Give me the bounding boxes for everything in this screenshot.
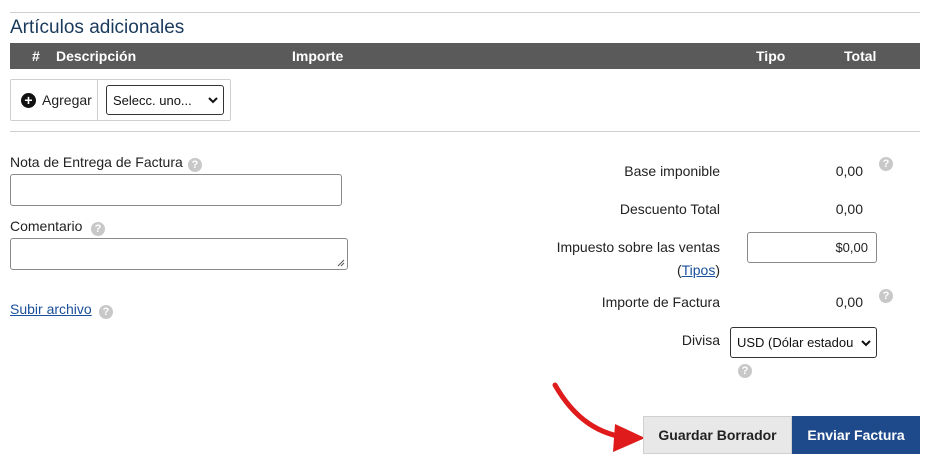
invoice-amount-value: 0,00 — [835, 294, 863, 310]
comment-textarea[interactable] — [10, 238, 348, 270]
question-mark-icon[interactable]: ? — [99, 305, 113, 319]
col-type: Tipo — [756, 48, 786, 64]
paren-close: ) — [715, 262, 720, 278]
item-type-select-value: Selecc. uno... — [113, 92, 192, 108]
question-mark-icon[interactable]: ? — [188, 158, 202, 172]
question-mark-icon[interactable]: ? — [738, 364, 752, 378]
chevron-down-icon — [861, 339, 871, 346]
col-description: Descripción — [56, 48, 137, 64]
upload-file-link[interactable]: Subir archivo — [10, 301, 92, 317]
col-amount: Importe — [292, 48, 344, 64]
send-invoice-button[interactable]: Enviar Factura — [792, 416, 920, 454]
resize-grip-icon[interactable] — [337, 259, 345, 267]
section-title: Artículos adicionales — [10, 17, 185, 38]
items-table-header: # Descripción Importe Tipo Total — [10, 43, 920, 69]
delivery-note-input[interactable] — [10, 174, 342, 206]
tax-types-link[interactable]: Tipos — [682, 262, 716, 278]
question-mark-icon[interactable]: ? — [879, 157, 893, 171]
plus-circle-icon: + — [21, 92, 36, 108]
comment-label: Comentario — [10, 218, 83, 234]
discount-label: Descuento Total — [619, 201, 720, 217]
tax-label: Impuesto sobre las ventas — [556, 239, 720, 255]
question-mark-icon[interactable]: ? — [91, 222, 105, 236]
col-number: # — [32, 48, 40, 64]
currency-select[interactable]: USD (Dólar estadou — [730, 327, 877, 358]
save-draft-button[interactable]: Guardar Borrador — [643, 416, 792, 454]
item-type-select[interactable]: Selecc. uno... — [106, 85, 224, 115]
col-total: Total — [844, 48, 877, 64]
currency-select-value: USD (Dólar estadou — [737, 335, 854, 350]
add-item-button[interactable]: + Agregar — [11, 80, 98, 120]
chevron-down-icon — [208, 97, 218, 104]
currency-label: Divisa — [681, 332, 720, 348]
tax-types-wrapper: (Tipos) — [620, 262, 720, 278]
top-divider — [10, 12, 920, 13]
invoice-amount-label: Importe de Factura — [601, 294, 720, 310]
discount-value: 0,00 — [835, 201, 863, 217]
add-item-label: Agregar — [42, 92, 92, 108]
tax-amount-input[interactable]: $0,00 — [747, 232, 877, 263]
tax-amount-value: $0,00 — [835, 240, 868, 255]
base-value: 0,00 — [835, 163, 863, 179]
delivery-note-label: Nota de Entrega de Factura — [10, 154, 183, 170]
question-mark-icon[interactable]: ? — [879, 289, 893, 303]
pointer-arrow-icon — [552, 382, 645, 452]
mid-divider — [10, 131, 920, 132]
base-label: Base imponible — [624, 163, 720, 179]
add-item-group: + Agregar Selecc. uno... — [10, 79, 231, 121]
